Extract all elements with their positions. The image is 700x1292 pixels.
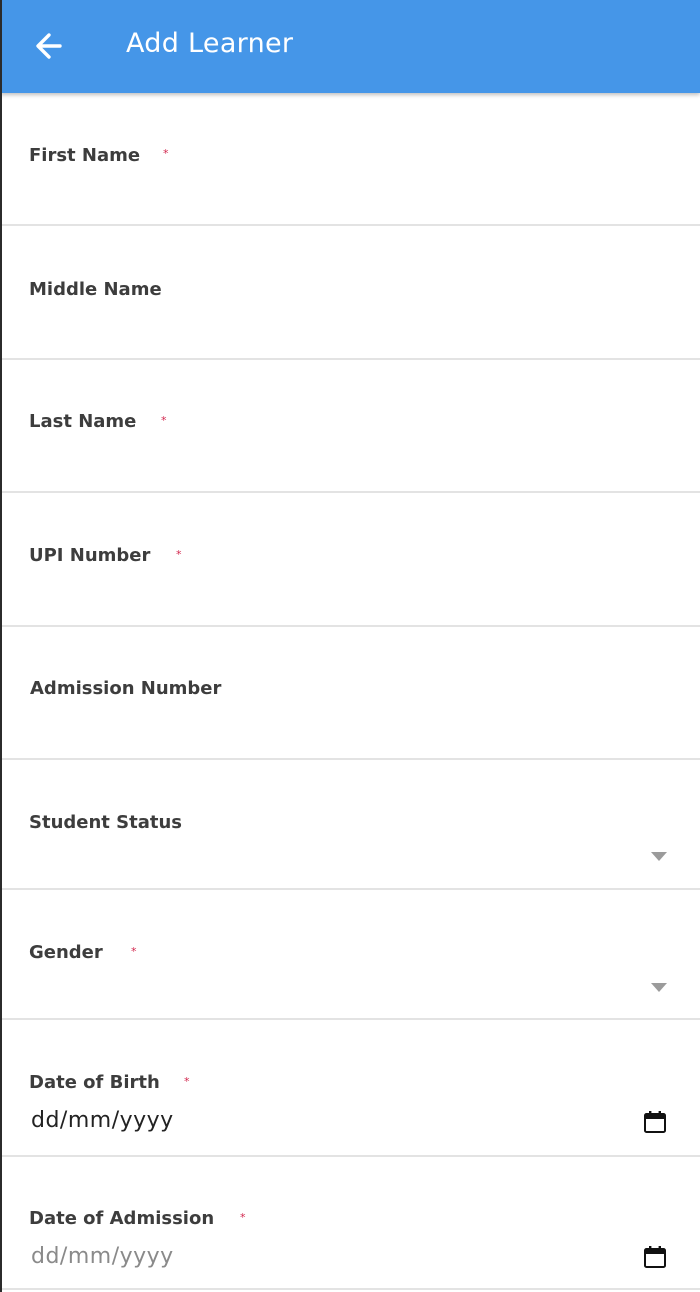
- page-title: Add Learner: [126, 28, 294, 59]
- admission-number-field: Admission Number: [2, 627, 700, 760]
- upi-number-label: UPI Number: [29, 545, 151, 566]
- upi-number-input[interactable]: [2, 565, 700, 625]
- gender-select[interactable]: [2, 958, 700, 1018]
- chevron-down-icon[interactable]: [651, 852, 667, 861]
- last-name-label: Last Name: [29, 411, 137, 432]
- gender-field: Gender *: [2, 890, 700, 1020]
- date-of-admission-label: Date of Admission: [29, 1208, 215, 1229]
- first-name-field: First Name *: [2, 93, 700, 226]
- required-marker: *: [184, 1075, 190, 1088]
- date-of-birth-input[interactable]: dd/mm/yyyy: [31, 1108, 174, 1133]
- first-name-input[interactable]: [2, 164, 700, 224]
- date-of-birth-field: Date of Birth * dd/mm/yyyy: [2, 1020, 700, 1157]
- app-bar: Add Learner: [0, 0, 700, 93]
- required-marker: *: [131, 945, 137, 958]
- date-of-birth-label: Date of Birth: [29, 1072, 160, 1093]
- back-button[interactable]: [30, 26, 70, 66]
- required-marker: *: [161, 414, 167, 427]
- middle-name-label: Middle Name: [29, 279, 162, 300]
- required-marker: *: [240, 1211, 246, 1224]
- arrow-left-icon: [36, 33, 62, 59]
- required-marker: *: [163, 147, 169, 160]
- last-name-field: Last Name *: [2, 360, 700, 493]
- last-name-input[interactable]: [2, 431, 700, 491]
- upi-number-field: UPI Number *: [2, 493, 700, 627]
- required-marker: *: [176, 548, 182, 561]
- calendar-icon[interactable]: [642, 1244, 668, 1270]
- admission-number-input[interactable]: [2, 698, 700, 758]
- student-status-field: Student Status: [2, 760, 700, 890]
- calendar-icon[interactable]: [642, 1109, 668, 1135]
- chevron-down-icon[interactable]: [651, 983, 667, 992]
- window-edge: [0, 0, 2, 1292]
- first-name-label: First Name: [29, 145, 141, 166]
- student-status-select[interactable]: [2, 828, 700, 888]
- date-of-admission-field: Date of Admission * dd/mm/yyyy: [2, 1157, 700, 1290]
- admission-number-label: Admission Number: [30, 678, 222, 699]
- date-of-admission-input[interactable]: dd/mm/yyyy: [31, 1244, 174, 1269]
- middle-name-input[interactable]: [2, 298, 700, 358]
- middle-name-field: Middle Name: [2, 226, 700, 360]
